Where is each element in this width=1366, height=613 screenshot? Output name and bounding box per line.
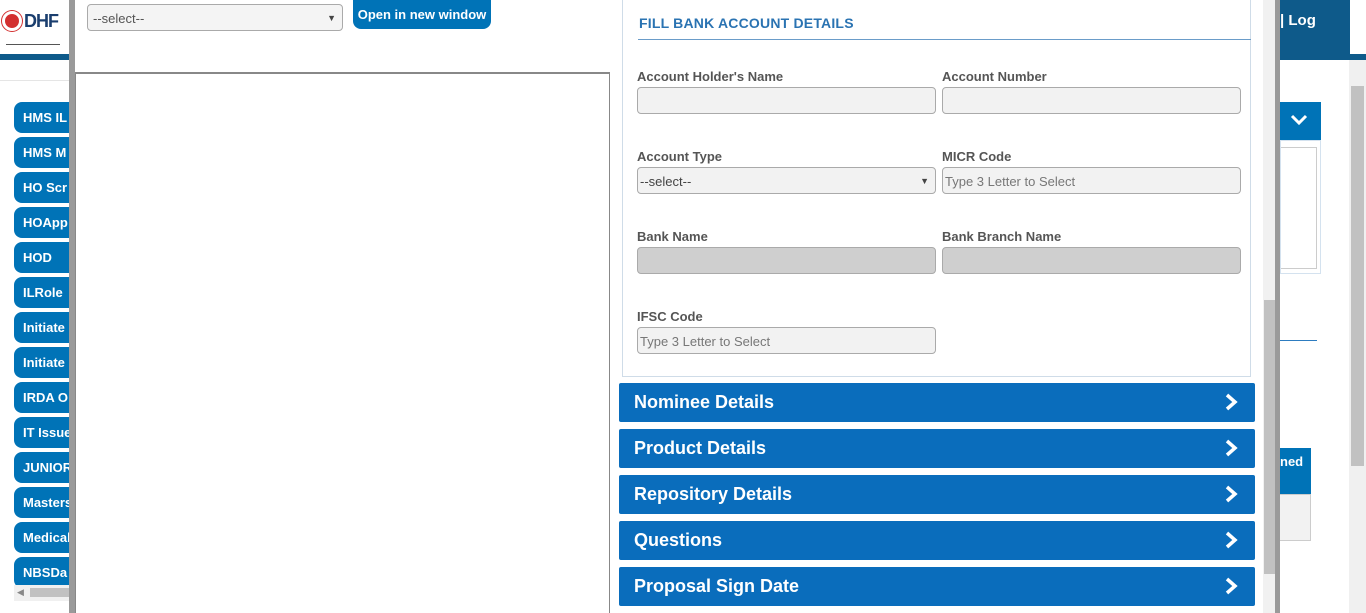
ifsc-code-label: IFSC Code	[637, 309, 703, 324]
menu-item-hms-il[interactable]: HMS IL	[14, 102, 74, 133]
page-vertical-scrollbar[interactable]	[1349, 60, 1366, 613]
accordion-label: Questions	[634, 530, 723, 550]
micr-code-input[interactable]: Type 3 Letter to Select	[942, 167, 1241, 194]
accordion-label: Nominee Details	[634, 392, 775, 412]
menu-item-irda[interactable]: IRDA O	[14, 382, 74, 413]
app-header-right	[1270, 0, 1350, 60]
account-holder-input[interactable]	[637, 87, 936, 114]
page-scrollbar-thumb[interactable]	[1351, 86, 1364, 466]
sidebar-horizontal-scrollbar[interactable]: ◀	[14, 585, 70, 601]
menu-item-hms-m[interactable]: HMS M	[14, 137, 74, 168]
accordion-label: Proposal Sign Date	[634, 576, 800, 596]
header-divider	[0, 80, 70, 81]
bank-name-label: Bank Name	[637, 229, 708, 244]
section-underline	[638, 39, 1251, 40]
logo-mark-icon	[2, 11, 22, 31]
dropdown-caret-icon: ▼	[920, 176, 929, 186]
scroll-left-arrow-icon[interactable]: ◀	[17, 587, 24, 598]
ifsc-code-input[interactable]: Type 3 Letter to Select	[637, 327, 936, 354]
logout-link[interactable]: | Log	[1280, 12, 1316, 29]
accordion-label: Product Details	[634, 438, 767, 458]
accordion-label: Repository Details	[634, 484, 793, 504]
menu-item-medical[interactable]: Medical	[14, 522, 74, 553]
document-select[interactable]: --select-- ▼	[87, 4, 343, 31]
chevron-right-icon	[1225, 531, 1238, 549]
menu-item-ilrole[interactable]: ILRole	[14, 277, 74, 308]
scrollbar-thumb[interactable]	[30, 588, 70, 597]
chevron-down-icon[interactable]	[1280, 102, 1321, 140]
menu-item-hoapp[interactable]: HOApp	[14, 207, 74, 238]
accordion-nominee-details[interactable]: Nominee Details	[619, 383, 1255, 422]
chevron-right-icon	[1225, 393, 1238, 411]
modal-vertical-scrollbar[interactable]	[1263, 0, 1275, 613]
chevron-right-icon	[1225, 439, 1238, 457]
menu-item-ho-scr[interactable]: HO Scr	[14, 172, 74, 203]
micr-code-label: MICR Code	[942, 149, 1012, 164]
accordion-proposal-sign-date[interactable]: Proposal Sign Date	[619, 567, 1255, 606]
dropdown-caret-icon: ▼	[327, 13, 336, 23]
logo-text: DHF	[24, 10, 59, 31]
section-title: FILL BANK ACCOUNT DETAILS	[639, 15, 854, 31]
bank-branch-input	[942, 247, 1241, 274]
menu-item-initiate-2[interactable]: Initiate	[14, 347, 74, 378]
accordion-product-details[interactable]: Product Details	[619, 429, 1255, 468]
right-table-cell	[1280, 494, 1311, 541]
account-type-select[interactable]: --select-- ▼	[637, 167, 936, 194]
document-select-value: --select--	[93, 11, 145, 26]
accordion-questions[interactable]: Questions	[619, 521, 1255, 560]
document-viewer	[75, 74, 610, 613]
account-holder-label: Account Holder's Name	[637, 69, 784, 84]
modal-scrollbar-thumb[interactable]	[1264, 300, 1275, 574]
account-number-input[interactable]	[942, 87, 1241, 114]
account-type-value: --select--	[640, 174, 692, 189]
open-new-window-button[interactable]: Open in new window	[353, 0, 491, 29]
bank-branch-label: Bank Branch Name	[942, 229, 1062, 244]
right-panel-header[interactable]	[1280, 102, 1321, 140]
right-table-header: ned	[1280, 448, 1311, 494]
accordion-repository-details[interactable]: Repository Details	[619, 475, 1255, 514]
company-logo: DHF	[2, 8, 68, 34]
chevron-right-icon	[1225, 577, 1238, 595]
account-type-label: Account Type	[637, 149, 722, 164]
menu-item-it-issue[interactable]: IT Issue	[14, 417, 74, 448]
menu-item-junior[interactable]: JUNIOR	[14, 452, 74, 483]
logo-underline	[6, 44, 60, 45]
chevron-right-icon	[1225, 485, 1238, 503]
menu-item-nbsda[interactable]: NBSDa	[14, 557, 74, 588]
menu-item-masters[interactable]: Masters	[14, 487, 74, 518]
account-number-label: Account Number	[942, 69, 1047, 84]
menu-item-hod[interactable]: HOD	[14, 242, 74, 273]
menu-item-initiate-1[interactable]: Initiate	[14, 312, 74, 343]
bank-name-input	[637, 247, 936, 274]
right-divider	[1280, 340, 1317, 341]
right-panel-body	[1280, 140, 1321, 274]
